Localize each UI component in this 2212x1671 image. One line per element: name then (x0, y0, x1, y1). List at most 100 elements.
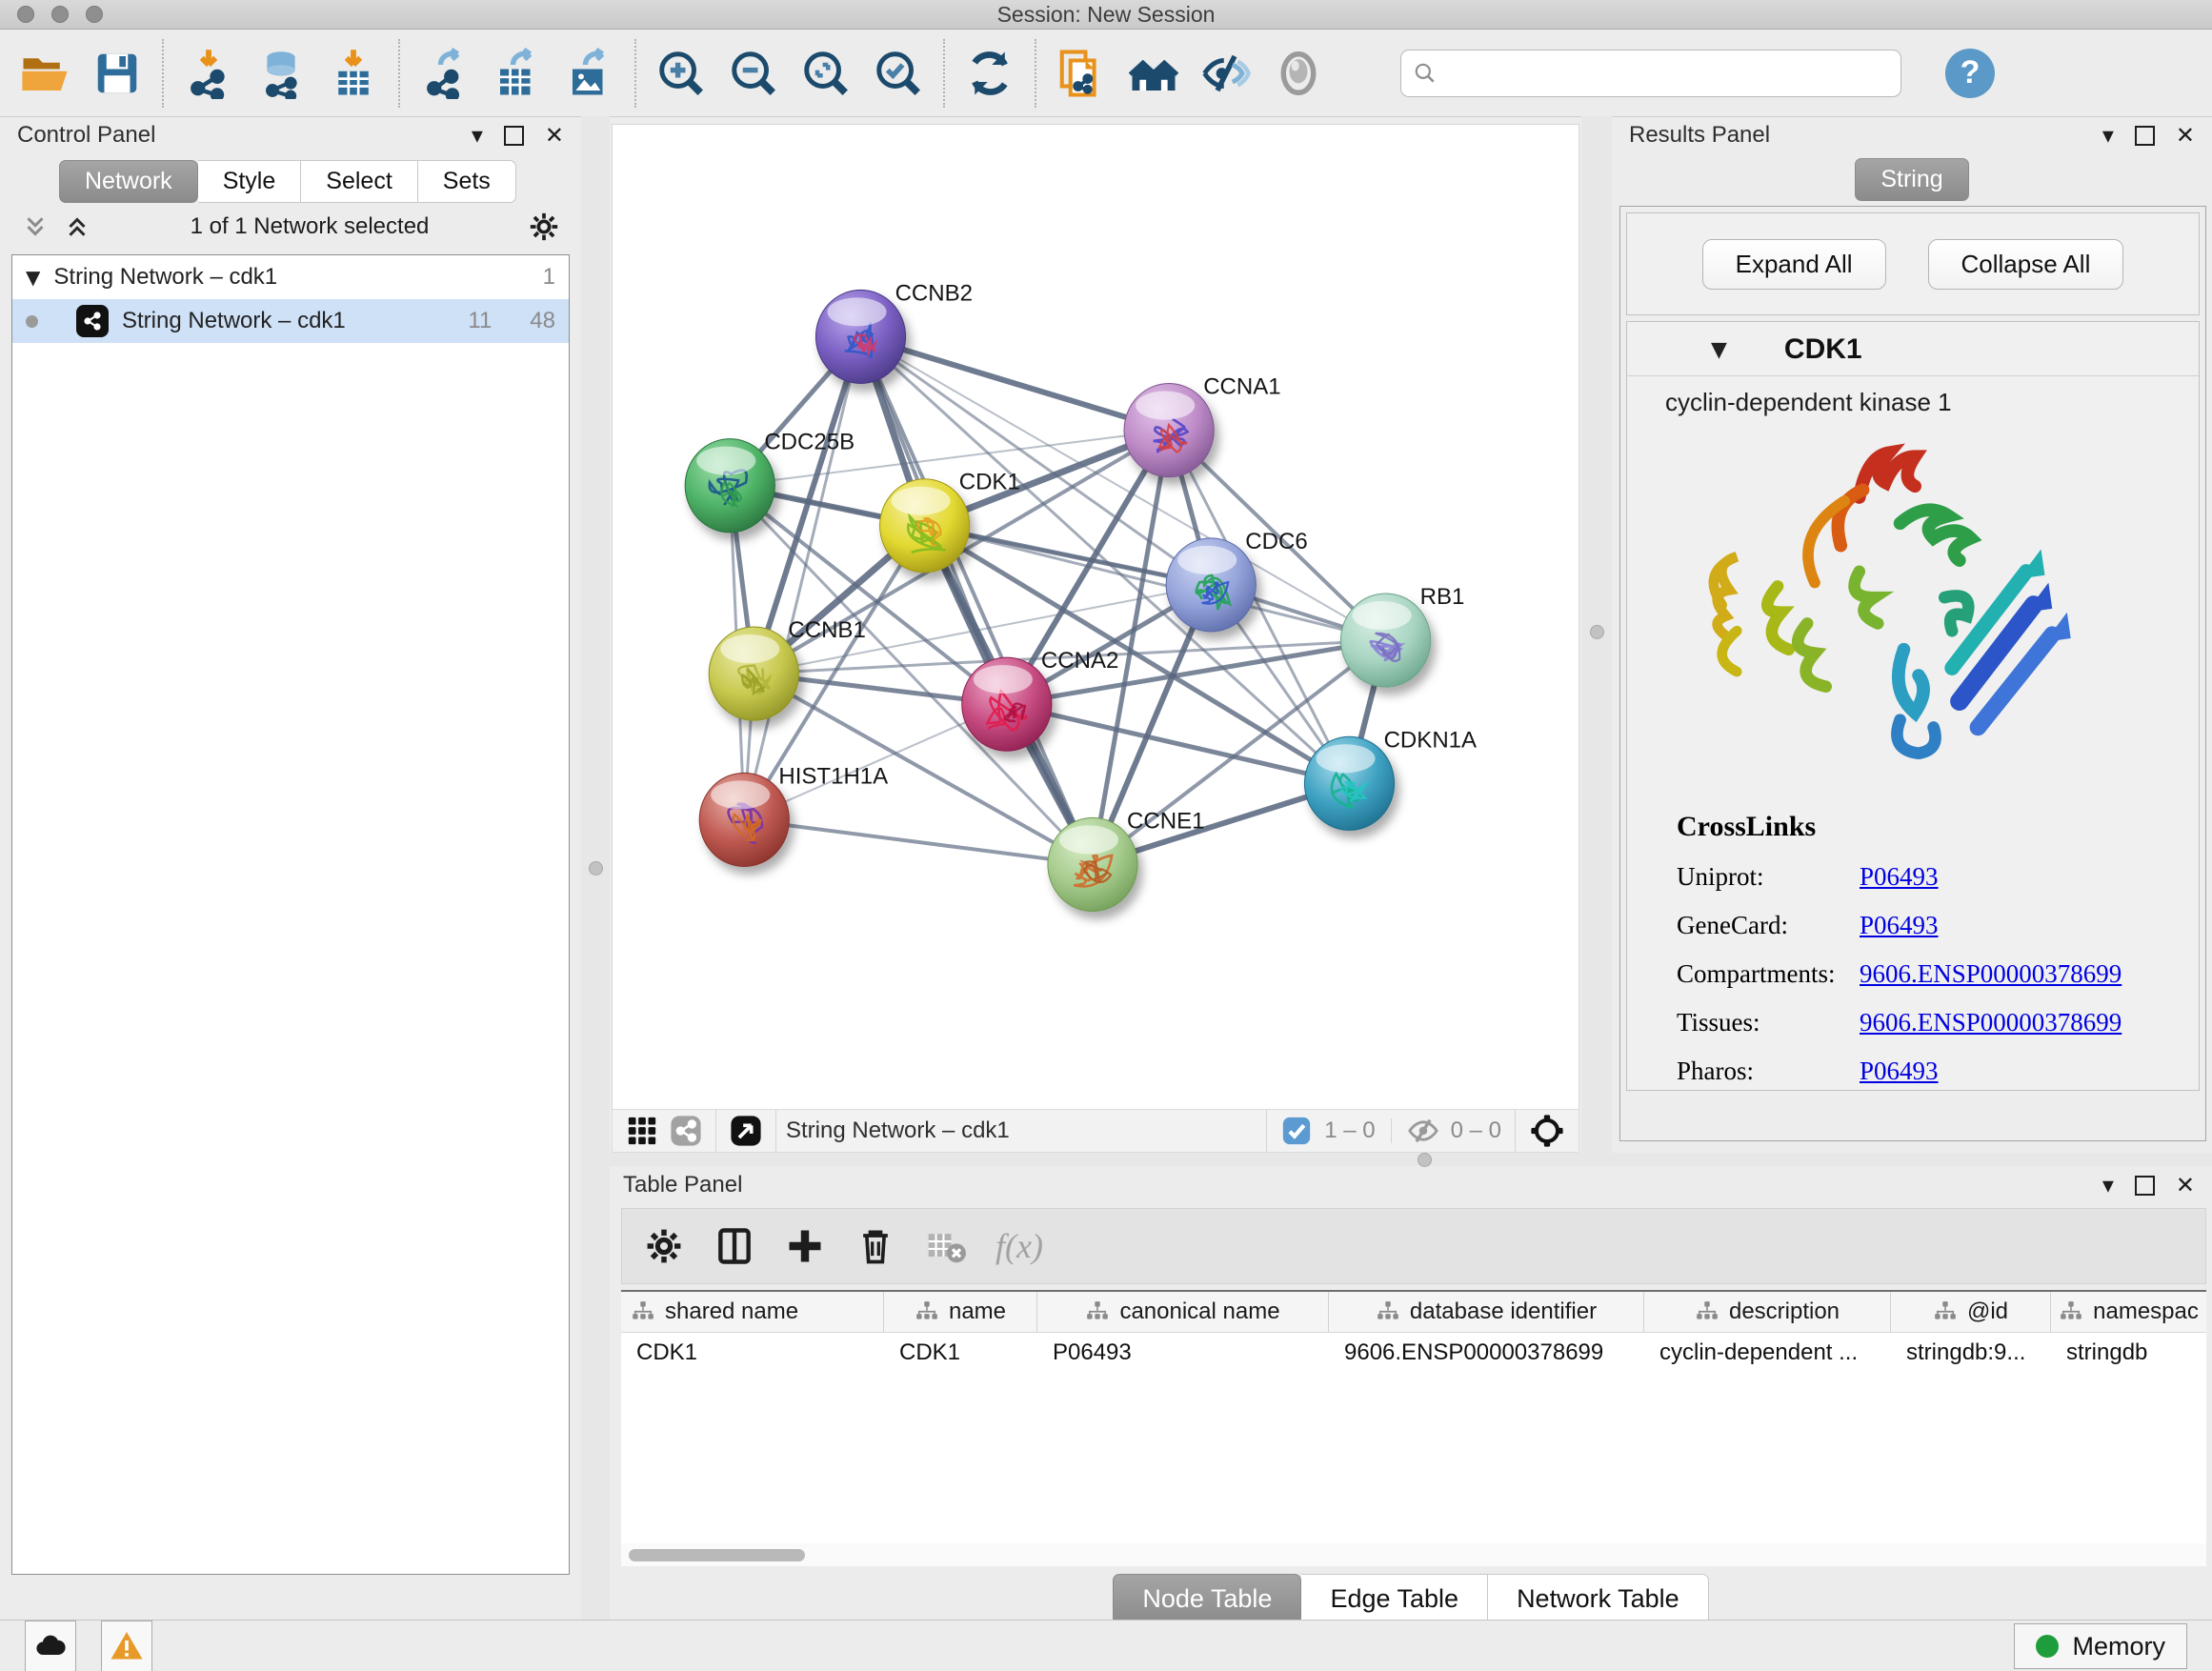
network-graph[interactable]: CCNB2CCNA1CDC25BCDK1CDC6RB1CCNB1CCNA2CDK… (613, 125, 1579, 1110)
open-in-new-icon[interactable] (730, 1115, 762, 1147)
column-header[interactable]: shared name (621, 1292, 884, 1332)
help-button[interactable]: ? (1945, 49, 1995, 98)
network-node-CCNB2[interactable]: CCNB2 (815, 280, 973, 383)
uniprot-link[interactable]: P06493 (1860, 862, 1939, 892)
panel-menu-caret-icon[interactable]: ▾ (472, 122, 483, 149)
network-node-RB1[interactable]: RB1 (1340, 584, 1464, 687)
table-toolbar: f(x) (621, 1208, 2206, 1284)
tab-network[interactable]: Network (59, 160, 198, 203)
pharos-link[interactable]: P06493 (1860, 1057, 1939, 1086)
search-input[interactable] (1445, 59, 1889, 88)
crosslink-label: Compartments: (1677, 959, 1860, 989)
left-splitter[interactable] (581, 116, 610, 1620)
splitter-knob[interactable] (1590, 625, 1604, 639)
zoom-fit-button[interactable] (796, 44, 855, 103)
duplicate-network-button[interactable] (1052, 44, 1111, 103)
column-header[interactable]: description (1644, 1292, 1891, 1332)
delete-column-icon[interactable] (855, 1225, 896, 1267)
gear-icon[interactable] (528, 211, 560, 243)
zoom-selected-button[interactable] (869, 44, 928, 103)
tab-select[interactable]: Select (301, 160, 417, 203)
birds-eye-view-icon[interactable] (1529, 1113, 1565, 1149)
panel-menu-caret-icon[interactable]: ▾ (2102, 122, 2114, 149)
show-columns-icon[interactable] (714, 1225, 755, 1267)
warning-button[interactable] (101, 1621, 152, 1671)
network-edge[interactable] (1007, 704, 1350, 783)
compartments-link[interactable]: 9606.ENSP00000378699 (1860, 959, 2122, 989)
float-panel-icon[interactable] (2135, 126, 2155, 146)
network-node-CCNA2[interactable]: CCNA2 (962, 648, 1119, 751)
column-header[interactable]: namespac (2051, 1292, 2206, 1332)
table-gear-icon[interactable] (643, 1225, 685, 1267)
search-field[interactable] (1400, 50, 1901, 97)
genecard-link[interactable]: P06493 (1860, 911, 1939, 940)
network-edge[interactable] (861, 336, 1170, 430)
close-panel-icon[interactable]: ✕ (2176, 1172, 2195, 1198)
function-builder-icon[interactable]: f(x) (995, 1226, 1043, 1266)
close-panel-icon[interactable]: ✕ (545, 122, 564, 149)
network-row[interactable]: String Network – cdk1 11 48 (12, 299, 569, 343)
tab-network-table[interactable]: Network Table (1488, 1574, 1709, 1624)
string-view-icon[interactable] (670, 1115, 702, 1147)
network-canvas[interactable]: CCNB2CCNA1CDC25BCDK1CDC6RB1CCNB1CCNA2CDK… (612, 124, 1579, 1111)
column-header[interactable]: name (884, 1292, 1037, 1332)
expand-all-button[interactable]: Expand All (1702, 239, 1886, 290)
network-node-CCNA1[interactable]: CCNA1 (1124, 374, 1281, 477)
string-houses-button[interactable] (1124, 44, 1183, 103)
right-splitter[interactable] (1581, 116, 1612, 1153)
float-panel-icon[interactable] (504, 126, 524, 146)
horizontal-scrollbar[interactable] (621, 1543, 2206, 1566)
tab-sets[interactable]: Sets (418, 160, 516, 203)
column-header[interactable]: @id (1891, 1292, 2051, 1332)
collapse-all-button[interactable]: Collapse All (1928, 239, 2124, 290)
network-node-HIST1H1A[interactable]: HIST1H1A (699, 763, 888, 866)
zoom-out-button[interactable] (724, 44, 783, 103)
export-network-button[interactable] (415, 44, 474, 103)
network-edge[interactable] (861, 336, 1093, 864)
hide-visibility-button[interactable] (1196, 44, 1256, 103)
splitter-knob[interactable] (1418, 1153, 1432, 1167)
export-image-button[interactable] (560, 44, 619, 103)
tab-string-results[interactable]: String (1855, 158, 1968, 201)
table-row[interactable]: CDK1 CDK1 P06493 9606.ENSP00000378699 cy… (621, 1333, 2206, 1373)
panel-menu-caret-icon[interactable]: ▾ (2102, 1172, 2114, 1198)
add-column-icon[interactable] (784, 1225, 826, 1267)
open-session-button[interactable] (15, 44, 74, 103)
collection-expander-icon[interactable]: ▼ (26, 266, 40, 289)
import-network-database-button[interactable] (251, 44, 311, 103)
save-session-button[interactable] (88, 44, 147, 103)
network-node-CCNE1[interactable]: CCNE1 (1048, 808, 1205, 911)
tab-edge-table[interactable]: Edge Table (1301, 1574, 1488, 1624)
network-node-CDKN1A[interactable]: CDKN1A (1304, 727, 1477, 830)
horizontal-splitter[interactable] (610, 1153, 2212, 1166)
import-network-file-button[interactable] (179, 44, 238, 103)
export-table-button[interactable] (488, 44, 547, 103)
close-panel-icon[interactable]: ✕ (2176, 122, 2195, 149)
selected-checkbox-icon[interactable] (1280, 1115, 1313, 1147)
gene-expander-icon[interactable]: ▼ (1711, 338, 1727, 362)
network-collection-row[interactable]: ▼ String Network – cdk1 1 (12, 255, 569, 299)
zoom-in-button[interactable] (652, 44, 711, 103)
tissues-link[interactable]: 9606.ENSP00000378699 (1860, 1008, 2122, 1037)
network-edge[interactable] (744, 336, 860, 819)
splitter-knob[interactable] (589, 861, 603, 876)
show-visibility-button[interactable] (1269, 44, 1328, 103)
float-panel-icon[interactable] (2135, 1176, 2155, 1196)
collapse-all-chevron-icon[interactable] (21, 212, 50, 241)
delete-table-icon[interactable] (925, 1225, 967, 1267)
column-header[interactable]: canonical name (1037, 1292, 1329, 1332)
grid-view-icon[interactable] (626, 1115, 658, 1147)
hidden-eye-icon[interactable] (1407, 1115, 1439, 1147)
tab-style[interactable]: Style (198, 160, 302, 203)
network-edge[interactable] (925, 526, 1386, 640)
refresh-button[interactable] (960, 44, 1019, 103)
network-edge[interactable] (744, 819, 1093, 864)
expand-all-chevron-icon[interactable] (63, 212, 91, 241)
cloud-button[interactable] (25, 1621, 76, 1671)
memory-button[interactable]: Memory (2014, 1623, 2187, 1669)
network-node-CDK1[interactable]: CDK1 (880, 470, 1020, 573)
column-header[interactable]: database identifier (1329, 1292, 1644, 1332)
import-table-file-button[interactable] (324, 44, 383, 103)
tab-node-table[interactable]: Node Table (1113, 1574, 1301, 1624)
scrollbar-thumb[interactable] (629, 1549, 805, 1561)
